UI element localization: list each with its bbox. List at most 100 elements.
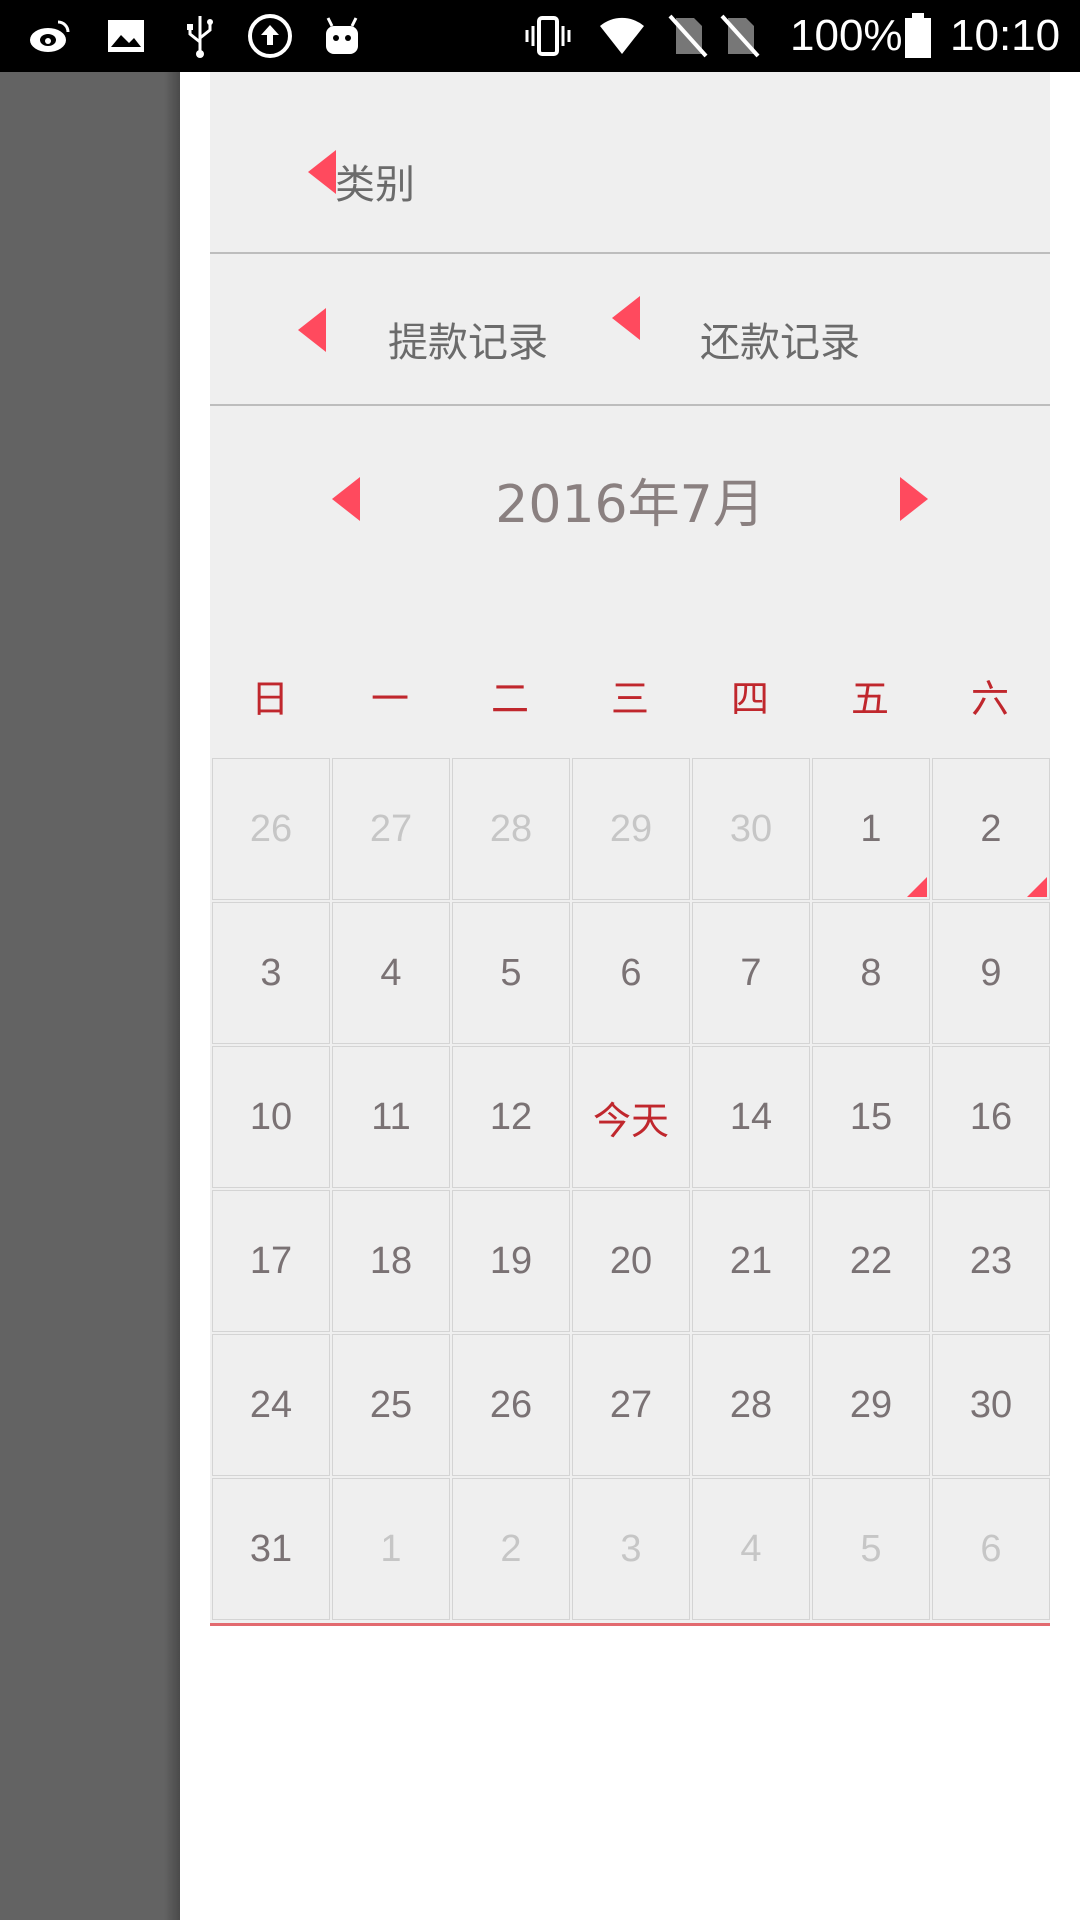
record-marker-icon [1027,877,1047,897]
calendar-day-number: 12 [489,1095,533,1138]
calendar-day-number: 5 [500,951,522,994]
calendar-day[interactable]: 5 [812,1478,930,1620]
calendar-day-number: 16 [969,1095,1013,1138]
category-row[interactable]: 类别 [210,72,1050,252]
calendar-day-number: 15 [849,1095,893,1138]
weekday-label: 一 [370,677,409,721]
calendar-day-number: 6 [980,1527,1002,1570]
calendar-day[interactable]: 29 [572,758,690,900]
calendar-day-number: 25 [369,1383,413,1426]
calendar-day[interactable]: 17 [212,1190,330,1332]
calendar-day[interactable]: 30 [932,1334,1050,1476]
calendar-day-number: 28 [489,807,533,850]
wifi-icon [598,12,646,60]
calendar-day-number: 4 [740,1527,762,1570]
calendar-day[interactable]: 11 [332,1046,450,1188]
calendar-day[interactable]: 19 [452,1190,570,1332]
vibrate-icon [524,12,572,60]
calendar-day[interactable]: 3 [212,902,330,1044]
no-sim-icon [664,12,712,60]
calendar-day[interactable]: 6 [572,902,690,1044]
calendar-day-number: 28 [729,1383,773,1426]
calendar-day[interactable]: 8 [812,902,930,1044]
calendar-day-number: 18 [369,1239,413,1282]
calendar-day-number: 26 [489,1383,533,1426]
calendar-day[interactable]: 16 [932,1046,1050,1188]
calendar-day-number: 31 [249,1527,293,1570]
weekday-label: 三 [610,677,649,721]
calendar-day[interactable]: 30 [692,758,810,900]
upload-icon [246,12,294,60]
calendar-day-number: 29 [849,1383,893,1426]
repay-records-button[interactable]: 还款记录 [610,254,910,404]
calendar-day[interactable]: 27 [572,1334,690,1476]
calendar-day[interactable]: 24 [212,1334,330,1476]
calendar-day-number: 8 [860,951,882,994]
calendar-bottom-line [210,1623,1050,1626]
calendar-day-number: 30 [969,1383,1013,1426]
calendar-day[interactable]: 6 [932,1478,1050,1620]
calendar-day-number: 27 [369,807,413,850]
calendar-day[interactable]: 7 [692,902,810,1044]
calendar-day-number: 20 [609,1239,653,1282]
drawer-shadow [164,72,180,1920]
calendar-day[interactable]: 29 [812,1334,930,1476]
calendar-day-number: 10 [249,1095,293,1138]
calendar-day[interactable]: 26 [212,758,330,900]
calendar-day[interactable]: 26 [452,1334,570,1476]
calendar-day-number: 3 [620,1527,642,1570]
image-icon [102,12,150,60]
calendar-day[interactable]: 9 [932,902,1050,1044]
weibo-icon [26,12,74,60]
status-clock: 10:10 [950,11,1061,60]
calendar-day[interactable]: 12 [452,1046,570,1188]
caret-left-icon [308,150,336,194]
calendar-day[interactable]: 1 [812,758,930,900]
calendar-day[interactable]: 21 [692,1190,810,1332]
calendar-day[interactable]: 3 [572,1478,690,1620]
calendar-day-number: 6 [620,951,642,994]
calendar-day[interactable]: 2 [452,1478,570,1620]
calendar-day-number: 11 [371,1095,411,1138]
calendar-day[interactable]: 28 [452,758,570,900]
calendar-day[interactable]: 22 [812,1190,930,1332]
next-month-button[interactable] [900,477,928,521]
calendar-day-number: 27 [609,1383,653,1426]
battery-percent: 100% [790,11,903,60]
withdraw-records-button[interactable]: 提款记录 [290,254,570,404]
calendar-day[interactable]: 28 [692,1334,810,1476]
calendar-day-number: 30 [729,807,773,850]
battery-icon [894,12,942,60]
calendar-day[interactable]: 27 [332,758,450,900]
weekday-label: 五 [850,677,889,721]
drawer-scrim[interactable] [0,72,180,1920]
calendar-day-number: 9 [980,951,1002,994]
calendar-day-number: 今天 [592,1098,669,1143]
caret-left-icon [298,308,326,352]
calendar-day-number: 26 [249,807,293,850]
caret-left-icon [612,296,640,340]
calendar-day[interactable]: 10 [212,1046,330,1188]
calendar-day[interactable]: 15 [812,1046,930,1188]
calendar-day-number: 2 [980,807,1002,850]
no-sim-icon [716,12,764,60]
calendar-day[interactable]: 1 [332,1478,450,1620]
calendar-day[interactable]: 5 [452,902,570,1044]
divider [210,404,1050,406]
calendar-day[interactable]: 4 [692,1478,810,1620]
calendar-day[interactable]: 23 [932,1190,1050,1332]
calendar-day-number: 3 [260,951,282,994]
calendar-day[interactable]: 4 [332,902,450,1044]
drawer-panel: 类别 提款记录 还款记录 2016年7月 日一二三四五六 26 27 28 29 30 1… [210,72,1050,1626]
calendar-day-number: 29 [609,807,653,850]
calendar-day-number: 1 [380,1527,402,1570]
calendar-day[interactable]: 31 [212,1478,330,1620]
weekday-header: 日一二三四五六 [210,668,1050,728]
calendar-day-today[interactable]: 今天 [572,1046,690,1188]
calendar-day[interactable]: 14 [692,1046,810,1188]
calendar-day[interactable]: 20 [572,1190,690,1332]
calendar-day[interactable]: 2 [932,758,1050,900]
calendar-day[interactable]: 18 [332,1190,450,1332]
calendar-day[interactable]: 25 [332,1334,450,1476]
calendar-day-number: 1 [860,807,882,850]
